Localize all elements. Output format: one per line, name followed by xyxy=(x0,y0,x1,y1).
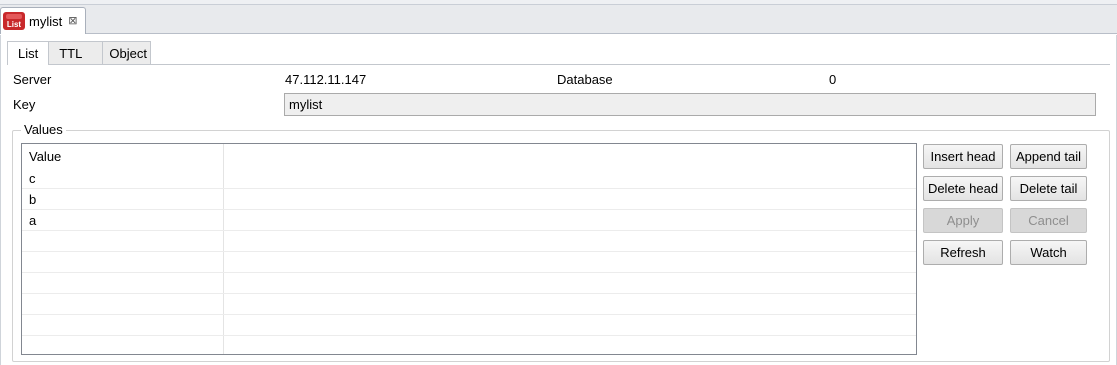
redis-list-icon: List xyxy=(3,12,25,30)
server-value: 47.112.11.147 xyxy=(285,72,367,87)
database-label: Database xyxy=(557,72,613,87)
table-row[interactable]: b xyxy=(22,189,916,210)
table-row[interactable]: a xyxy=(22,210,916,231)
delete-head-button[interactable]: Delete head xyxy=(923,176,1003,201)
table-row[interactable]: c xyxy=(22,168,916,189)
tab-object[interactable]: Object xyxy=(102,41,151,64)
apply-button[interactable]: Apply xyxy=(923,208,1003,233)
value-column-header[interactable]: Value xyxy=(29,149,61,164)
table-cell: a xyxy=(29,213,37,228)
table-row[interactable] xyxy=(22,336,916,354)
tab-list[interactable]: List xyxy=(7,41,50,65)
editor-tab-label: mylist xyxy=(29,13,63,29)
list-editor-panel: List TTL Object Server 47.112.11.147 Dat… xyxy=(0,35,1117,365)
values-group-label: Values xyxy=(21,122,66,137)
delete-tail-button[interactable]: Delete tail xyxy=(1010,176,1087,201)
editor-tab-mylist[interactable]: List mylist ⊠ xyxy=(0,7,86,34)
insert-head-button[interactable]: Insert head xyxy=(923,144,1003,169)
table-cell: b xyxy=(29,192,37,207)
table-row[interactable] xyxy=(22,231,916,252)
table-row[interactable] xyxy=(22,252,916,273)
key-label: Key xyxy=(13,97,36,112)
table-cell: c xyxy=(29,171,36,186)
database-value: 0 xyxy=(829,72,837,87)
refresh-button[interactable]: Refresh xyxy=(923,240,1003,265)
append-tail-button[interactable]: Append tail xyxy=(1010,144,1087,169)
watch-button[interactable]: Watch xyxy=(1010,240,1087,265)
subtab-bar: List TTL Object xyxy=(7,41,151,65)
table-row[interactable] xyxy=(22,294,916,315)
table-row[interactable] xyxy=(22,315,916,336)
editor-tab-bar: List mylist ⊠ xyxy=(0,5,1117,34)
subtab-divider xyxy=(7,64,1110,65)
table-row[interactable] xyxy=(22,273,916,294)
cancel-button[interactable]: Cancel xyxy=(1010,208,1087,233)
key-field[interactable]: mylist xyxy=(284,93,1096,116)
close-icon[interactable]: ⊠ xyxy=(68,15,77,27)
values-table[interactable]: Value c b a xyxy=(21,143,917,355)
tab-ttl[interactable]: TTL xyxy=(48,41,104,64)
server-label: Server xyxy=(13,72,52,87)
